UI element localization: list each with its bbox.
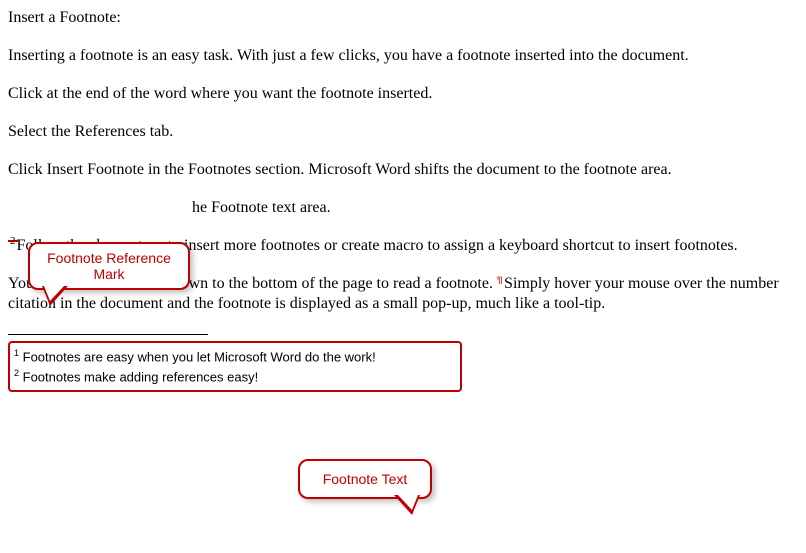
proofing-mark-icon: ╗ (497, 273, 504, 286)
para-click-insert-footnote: Click Insert Footnote in the Footnotes s… (8, 160, 798, 180)
para-intro: Inserting a footnote is an easy task. Wi… (8, 46, 798, 66)
footnote-1-text: Footnotes are easy when you let Microsof… (19, 349, 376, 364)
document-body: Insert a Footnote: Inserting a footnote … (8, 8, 798, 392)
callout-tail-fill-icon (398, 495, 418, 510)
para-type-text-partial: he Footnote text area. (8, 198, 798, 218)
footnote-1: 1 Footnotes are easy when you let Micros… (14, 347, 454, 367)
callout-ref-mark-line1: Footnote Reference (42, 250, 176, 266)
callout-footnote-reference-mark: Footnote Reference Mark (28, 242, 190, 290)
footnotes-area: 1 Footnotes are easy when you let Micros… (8, 341, 462, 392)
para-select-references: Select the References tab. (8, 122, 798, 142)
footnote-2: 2 Footnotes make adding references easy! (14, 367, 454, 387)
footnote-separator (8, 334, 208, 335)
callout-footnote-text: Footnote Text (298, 459, 432, 499)
footnote-2-text: Footnotes make adding references easy! (19, 369, 258, 384)
heading-insert-footnote: Insert a Footnote: (8, 8, 798, 28)
callout-ftn-text-label: Footnote Text (312, 471, 418, 487)
para-click-end: Click at the end of the word where you w… (8, 84, 798, 104)
callout-tail-fill-icon (44, 286, 64, 301)
para-type-text-visible: he Footnote text area. (192, 199, 331, 216)
callout-ref-mark-line2: Mark (42, 266, 176, 282)
